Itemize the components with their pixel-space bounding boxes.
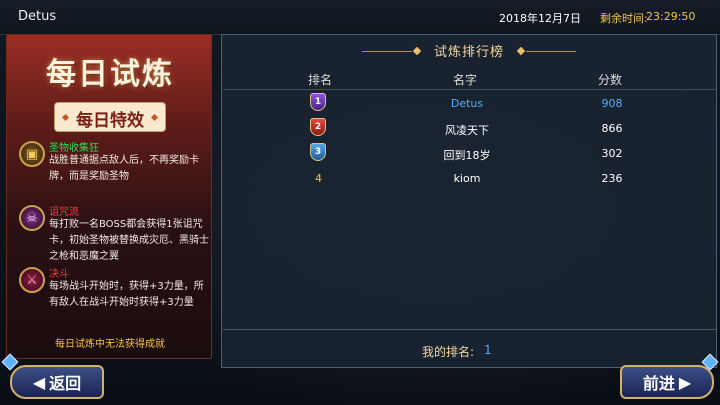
effect-name-relic: 圣物收集狂 (49, 143, 99, 154)
header-divider (223, 89, 717, 90)
daily-trial-title: 每日试炼 (46, 57, 174, 92)
row-rank: 4 (315, 172, 322, 185)
row-name: Detus (450, 97, 484, 110)
row-score: 908 (601, 97, 623, 110)
skull-icon[interactable]: ☠ (19, 205, 45, 231)
column-header-rank: 排名 (308, 73, 333, 87)
crossed-swords-icon[interactable]: ⚔ (19, 267, 45, 293)
back-button-label: 返回 (49, 374, 82, 393)
player-name: Detus (18, 9, 57, 24)
gold-rank-medal-icon: 1 (310, 93, 326, 111)
column-header-score: 分数 (598, 73, 623, 87)
remaining-time-label: 剩余时间: (600, 12, 648, 25)
back-button[interactable]: ◀ 返回 (10, 365, 104, 399)
leaderboard-panel: 试炼排行榜 排名 名字 分数 1 Detus 908 2 风凌天下 866 3 … (221, 34, 717, 368)
footer-divider (223, 329, 717, 330)
silver-rank-medal-icon: 2 (310, 118, 326, 136)
forward-button-label: 前进 (642, 374, 675, 393)
remaining-time-value: 23:29:50 (646, 10, 696, 23)
effect-desc-relic: 战胜普通据点敌人后，不再奖励卡牌，而是奖励圣物 (49, 155, 199, 182)
daily-special-header: 每日特效 (55, 103, 165, 131)
my-rank-label: 我的排名: (422, 345, 475, 359)
row-name: kiom (453, 172, 481, 185)
no-achievements-note: 每日试炼中无法获得成就 (55, 339, 165, 350)
top-bar: Detus 2018年12月7日 剩余时间: 23:29:50 (0, 0, 720, 35)
effect-desc-curse: 每打败一名BOSS都会获得1张诅咒卡，初始圣物被替换成灾厄、黑骑士之枪和恶魔之翼 (49, 219, 209, 262)
row-name: 风凌天下 (445, 124, 489, 137)
daily-trial-panel: 每日试炼 每日特效 ▣ 圣物收集狂 战胜普通据点敌人后，不再奖励卡牌，而是奖励圣… (6, 34, 212, 359)
arrow-right-icon: ▶ (678, 372, 692, 392)
effect-name-duel: 决斗 (49, 269, 69, 280)
treasure-chest-icon[interactable]: ▣ (19, 141, 45, 167)
bronze-rank-medal-icon: 3 (310, 143, 326, 161)
forward-button[interactable]: 前进 ▶ (620, 365, 714, 399)
row-score: 866 (601, 122, 623, 135)
my-rank-value: 1 (484, 343, 492, 357)
leaderboard-title: 试炼排行榜 (433, 45, 504, 60)
row-name: 回到18岁 (443, 149, 491, 162)
effect-desc-duel: 每场战斗开始时，获得+3力量，所有敌人在战斗开始时获得+3力量 (49, 281, 204, 308)
row-score: 302 (601, 147, 623, 160)
current-date: 2018年12月7日 (499, 12, 581, 25)
title-divider-right (526, 51, 576, 52)
column-header-name: 名字 (453, 73, 478, 87)
arrow-left-icon: ◀ (32, 372, 46, 392)
row-score: 236 (601, 172, 623, 185)
effect-name-curse: 诅咒流 (49, 207, 79, 218)
daily-special-label: 每日特效 (76, 111, 144, 131)
